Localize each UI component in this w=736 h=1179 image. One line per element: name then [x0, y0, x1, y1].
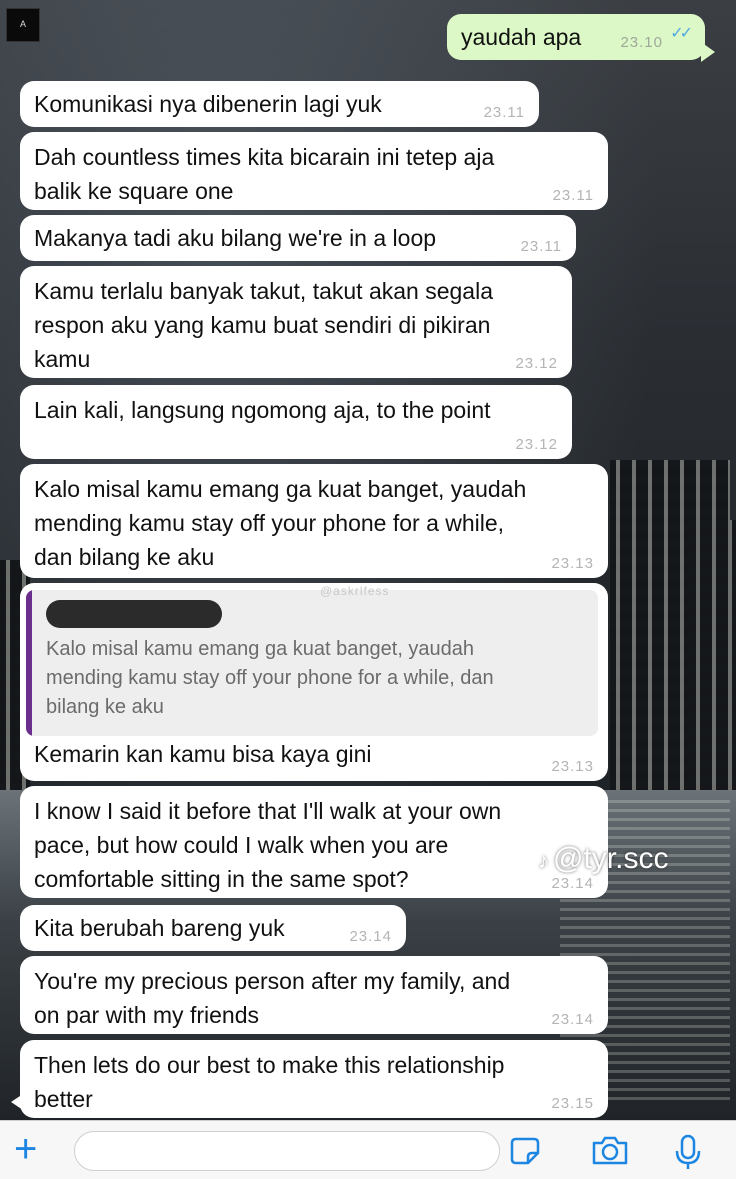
plus-icon[interactable]: + — [14, 1129, 37, 1169]
message-bubble[interactable]: Then lets do our best to make this relat… — [11, 1040, 608, 1118]
message-text: Dah countless times kita bicarain ini te… — [34, 144, 495, 204]
message-input-bar: + — [0, 1120, 736, 1179]
tiktok-watermark: ♪ @tyr.scc — [538, 842, 668, 876]
message-bubble[interactable]: Kita berubah bareng yuk 23.14 — [20, 905, 406, 951]
message-bubble[interactable]: Komunikasi nya dibenerin lagi yuk 23.11 — [20, 81, 539, 127]
message-bubble[interactable]: I know I said it before that I'll walk a… — [20, 786, 608, 898]
message-time: 23.10 — [620, 34, 663, 51]
message-time: 23.11 — [520, 238, 562, 255]
tiktok-icon: ♪ — [538, 848, 549, 873]
sticker-icon[interactable] — [506, 1133, 546, 1169]
read-receipt-icon: ✓✓ — [670, 25, 693, 42]
message-bubble[interactable]: Lain kali, langsung ngomong aja, to the … — [20, 385, 572, 459]
quoted-sender-name-redacted — [46, 600, 222, 628]
bubble-tail — [11, 1094, 23, 1110]
message-text: Kita berubah bareng yuk — [34, 915, 285, 941]
quoted-text: Kalo misal kamu emang ga kuat banget, ya… — [46, 638, 494, 718]
watermark: @askrlfess — [320, 584, 390, 598]
message-time: 23.15 — [551, 1095, 594, 1112]
tiktok-handle: @tyr.scc — [553, 842, 669, 875]
channel-logo: A — [6, 8, 40, 42]
message-bubble[interactable]: Kamu terlalu banyak takut, takut akan se… — [20, 266, 572, 378]
message-time: 23.11 — [483, 104, 525, 121]
quote-accent-bar — [26, 590, 32, 736]
message-bubble[interactable]: You're my precious person after my famil… — [20, 956, 608, 1034]
message-text: I know I said it before that I'll walk a… — [34, 798, 502, 892]
message-bubble[interactable]: Kalo misal kamu emang ga kuat banget, ya… — [20, 464, 608, 578]
message-text: Makanya tadi aku bilang we're in a loop — [34, 225, 437, 251]
message-input[interactable] — [74, 1131, 500, 1171]
message-bubble[interactable]: Makanya tadi aku bilang we're in a loop … — [20, 215, 576, 261]
message-time: 23.14 — [551, 1011, 594, 1028]
message-time: 23.14 — [349, 928, 392, 945]
bubble-tail — [701, 42, 715, 62]
message-time: 23.12 — [515, 355, 558, 372]
message-text: Then lets do our best to make this relat… — [34, 1052, 505, 1112]
message-time: 23.13 — [551, 555, 594, 572]
camera-icon[interactable] — [588, 1133, 628, 1169]
message-text: Komunikasi nya dibenerin lagi yuk — [34, 91, 382, 117]
message-time: 23.13 — [551, 758, 594, 775]
message-time: 23.11 — [552, 187, 594, 204]
message-text: Kalo misal kamu emang ga kuat banget, ya… — [34, 476, 527, 570]
message-text: Kemarin kan kamu bisa kaya gini — [34, 741, 372, 767]
microphone-icon[interactable] — [668, 1133, 708, 1169]
quoted-message[interactable]: Kalo misal kamu emang ga kuat banget, ya… — [26, 590, 598, 736]
message-bubble-sent[interactable]: yaudah apa 23.10 ✓✓ — [447, 14, 715, 62]
message-time: 23.14 — [551, 875, 594, 892]
message-text: You're my precious person after my famil… — [34, 968, 511, 1028]
message-bubble[interactable]: Dah countless times kita bicarain ini te… — [20, 132, 608, 210]
message-time: 23.12 — [515, 436, 558, 453]
message-text: Kamu terlalu banyak takut, takut akan se… — [34, 278, 494, 372]
message-text: Lain kali, langsung ngomong aja, to the … — [34, 397, 491, 423]
